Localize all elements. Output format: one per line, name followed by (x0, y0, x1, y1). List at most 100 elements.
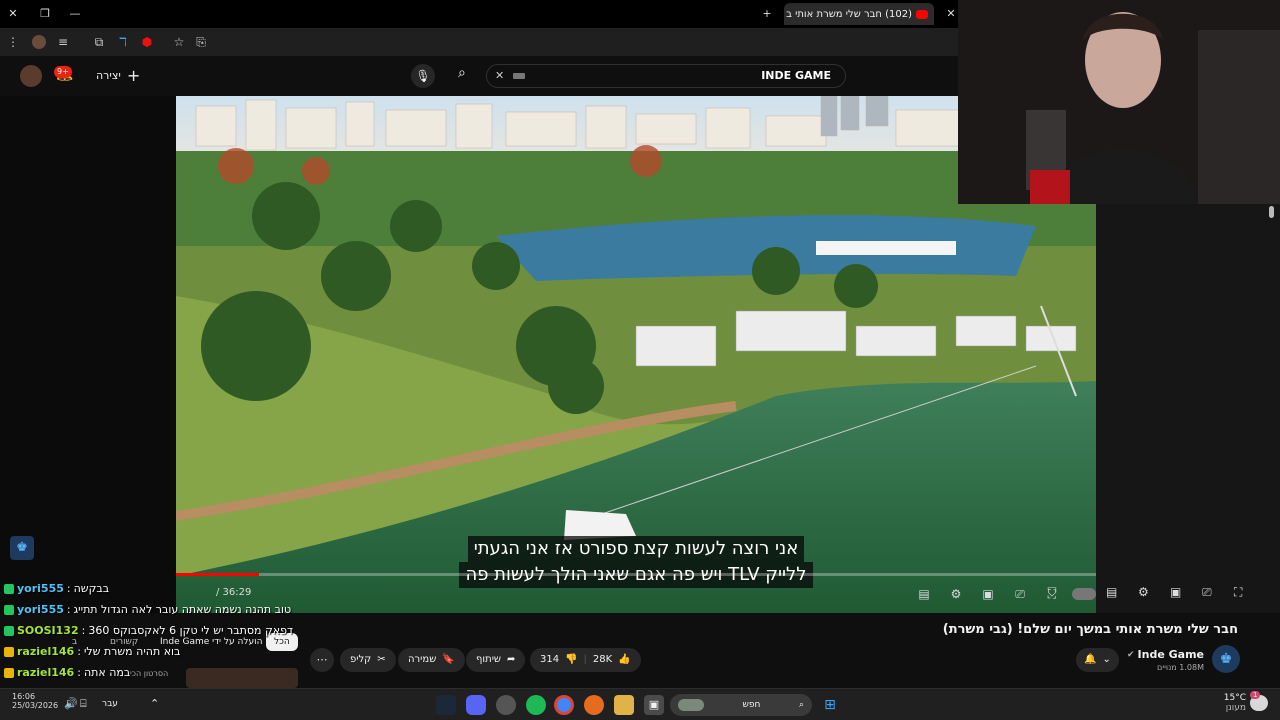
chat-username[interactable]: SOOSI132 (17, 624, 79, 637)
create-button[interactable]: יצירה + (96, 66, 140, 85)
left-panel: ♚ (0, 96, 176, 613)
window-close-icon[interactable]: ✕ (2, 4, 24, 24)
chat-username[interactable]: raziel146 (17, 666, 74, 679)
fullscreen-button-icon[interactable]: ⛶ (1234, 585, 1242, 600)
chat-username[interactable]: raziel146 (17, 645, 74, 658)
volume-icon[interactable]: 🔊 (64, 697, 78, 710)
clock-date: 25/03/2026 (12, 701, 59, 710)
captions-icon[interactable]: ▤ (914, 585, 934, 603)
taskbar-search-placeholder: חפש (742, 700, 761, 710)
search-image-icon (678, 699, 704, 711)
chat-separator: : (66, 582, 71, 595)
channel-watermark-icon[interactable]: ♚ (10, 536, 34, 560)
profile-avatar-icon[interactable] (30, 33, 48, 51)
steam-icon[interactable] (436, 695, 456, 715)
chat-separator: : (66, 603, 71, 616)
clock[interactable]: 16:06 25/03/2026 (12, 692, 58, 710)
like-icon[interactable]: 👍 (618, 648, 630, 672)
chevron-up-icon[interactable]: ⌃ (150, 697, 159, 710)
youtube-favicon-icon (916, 9, 928, 19)
reading-list-icon[interactable]: ≡ (54, 33, 72, 51)
site-settings-icon[interactable]: ⎘ (192, 33, 210, 51)
cast-button-icon[interactable]: ⎚ (1202, 585, 1212, 600)
window-minimize-icon[interactable]: — (64, 4, 86, 24)
chat-username[interactable]: yori555 (17, 582, 64, 595)
clock-time: 16:06 (12, 692, 36, 701)
save-label: שמירה (408, 654, 437, 665)
settings-icon[interactable]: ⚙ (1138, 585, 1149, 599)
chat-badge-icon (4, 646, 14, 657)
taskbar-search[interactable]: חפש ⌕ (670, 694, 812, 716)
search-input[interactable]: ✕ INDE GAME (486, 64, 846, 88)
keyboard-icon[interactable] (513, 73, 525, 79)
channel-avatar[interactable]: ♚ (1212, 645, 1240, 673)
menu-kebab-icon[interactable]: ⋮ (4, 33, 22, 51)
weather-desc: מעונן (1225, 703, 1246, 713)
create-label: יצירה (96, 69, 121, 82)
task-view-icon[interactable]: ▣ (644, 695, 664, 715)
settings-gear-icon[interactable]: ⚙ (946, 585, 966, 603)
chat-text: בוא תהיה משרת שלי (83, 645, 181, 658)
divider: | (583, 654, 587, 665)
like-dislike-group: 👍 28K | 👎 314 (530, 648, 641, 672)
chrome-icon[interactable] (554, 695, 574, 715)
chat-badge-icon (4, 625, 14, 636)
new-tab-button[interactable]: + (756, 4, 778, 24)
share-button[interactable]: ➦ שיתוף (466, 648, 526, 672)
network-icon[interactable]: ⌸ (80, 697, 87, 711)
browser-toolbar: ⋮ ≡ ⧉ ℸ ⬢ ☆ ⎘ (0, 28, 960, 56)
cast-icon[interactable]: ⎚ (1010, 585, 1030, 603)
weather-widget[interactable]: 15°C מעונן (1212, 693, 1246, 713)
save-button[interactable]: 🔖 שמירה (398, 648, 465, 672)
windows-start-icon[interactable]: ⊞ (820, 695, 840, 715)
chat-message: yori555: בבקשה (4, 582, 109, 595)
chat-text: במה אתה (83, 666, 131, 679)
channel-name[interactable]: ✔ Inde Game (1127, 648, 1204, 661)
discord-icon[interactable] (466, 695, 486, 715)
right-panel (1096, 204, 1280, 613)
chat-username[interactable]: yori555 (17, 603, 64, 616)
clear-search-icon[interactable]: ✕ (495, 65, 504, 87)
bookmark-star-icon[interactable]: ☆ (170, 33, 188, 51)
firefox-icon[interactable] (584, 695, 604, 715)
spotify-icon[interactable] (526, 695, 546, 715)
search-icon[interactable]: ⌕ (458, 65, 466, 81)
plus-icon: + (126, 66, 141, 85)
chat-badge-icon (4, 583, 14, 594)
tab-active[interactable]: (102) חבר שלי משרת אותי ב 🔊 (784, 3, 934, 25)
language-indicator[interactable]: עבר (102, 699, 118, 709)
shield-icon[interactable]: ⛉ (1042, 585, 1062, 603)
dislike-count[interactable]: 314 (540, 648, 559, 672)
webcam-overlay (958, 0, 1280, 204)
like-count[interactable]: 28K (593, 648, 612, 672)
file-explorer-icon[interactable] (614, 695, 634, 715)
chat-separator: : (77, 645, 81, 658)
chat-text: דפאק מסתבר יש לי טקן 6 לאקסבוקס 360 (88, 624, 293, 637)
verified-check-icon: ✔ (1126, 649, 1135, 660)
taskbar-search-icon: ⌕ (798, 700, 804, 710)
window-restore-icon[interactable]: ❐ (34, 4, 56, 24)
subscribe-button[interactable]: ⌄ 🔔 (1076, 648, 1119, 672)
adblock-extension-icon[interactable]: ⬢ (138, 33, 156, 51)
scrollbar-thumb[interactable] (1269, 206, 1274, 218)
bell-icon: 🔔 (1084, 654, 1097, 665)
miniplayer-icon[interactable]: ▣ (978, 585, 998, 603)
share-label: שיתוף (476, 654, 502, 665)
avatar[interactable] (20, 65, 42, 87)
chat-badge-icon (4, 667, 14, 678)
channel-name-label: Inde Game (1137, 648, 1204, 661)
subscriber-count: 1.08M מנויים (1157, 663, 1204, 672)
translate-extension-icon[interactable]: ℸ (114, 33, 132, 51)
subtitle-line-1: אני רוצה לעשות קצת ספורט אז אני הגעתי (467, 536, 805, 562)
app-icon[interactable] (496, 695, 516, 715)
chat-message: SOOSI132: דפאק מסתבר יש לי טקן 6 לאקסבוקס… (4, 624, 293, 637)
subtitles-button-icon[interactable]: ▤ (1106, 585, 1117, 599)
voice-search-icon[interactable]: 🎙 (411, 64, 435, 88)
autoplay-toggle-right[interactable] (1072, 588, 1094, 600)
clip-button[interactable]: ✂ קליפ (340, 648, 396, 672)
miniplayer-button-icon[interactable]: ▣ (1170, 585, 1181, 599)
progress-bar[interactable] (176, 573, 1096, 576)
chat-message: yori555: טוב תהנה נשמה שאתה עובר לאה הגדו… (4, 603, 291, 616)
extensions-icon[interactable]: ⧉ (90, 33, 108, 51)
dislike-icon[interactable]: 👎 (565, 648, 577, 672)
